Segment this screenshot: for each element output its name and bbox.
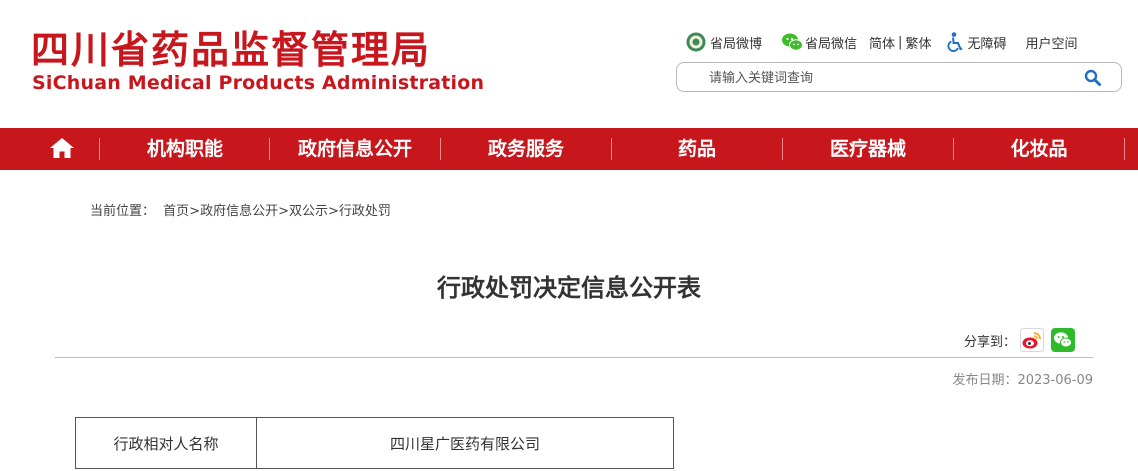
nav-item-zhengfu-xinxi[interactable]: 政府信息公开 — [270, 128, 440, 170]
wechat-link-label: 省局微信 — [805, 36, 858, 52]
breadcrumb-prefix: 当前位置： — [90, 204, 156, 219]
lang-divider: | — [898, 34, 903, 50]
nav-item-yiliao-qixie[interactable]: 医疗器械 — [783, 128, 953, 170]
weibo-link[interactable]: 省局微博 — [686, 32, 762, 52]
weibo-share-icon[interactable] — [1020, 328, 1045, 352]
user-space-link[interactable]: 用户空间 — [1025, 33, 1077, 52]
accessibility-link-label: 无障碍 — [967, 36, 1007, 52]
share-label: 分享到： — [964, 334, 1017, 350]
top-links: 省局微博 省局微信 简体 | 繁体 无障碍 用户空间 — [686, 32, 1108, 52]
search-box — [676, 62, 1122, 92]
breadcrumb-separator: > — [278, 204, 289, 219]
page-title: 行政处罚决定信息公开表 — [437, 274, 701, 302]
breadcrumb: 当前位置： 首页>政府信息公开>双公示>行政处罚 — [90, 200, 391, 219]
nav-item-zhengwu-fuwu[interactable]: 政务服务 — [441, 128, 611, 170]
breadcrumb-level1[interactable]: 政府信息公开 — [200, 204, 278, 219]
publish-date: 发布日期：2023-06-09 — [952, 373, 1093, 388]
breadcrumb-separator: > — [189, 204, 201, 219]
main-nav: 机构职能 政府信息公开 政务服务 药品 医疗器械 化妆品 — [0, 128, 1138, 170]
nav-separator — [1124, 138, 1125, 160]
site-logo-english[interactable]: SiChuan Medical Products Administration — [32, 72, 484, 94]
breadcrumb-separator: > — [328, 204, 339, 219]
share-bar: 分享到： — [964, 328, 1076, 352]
home-icon — [50, 138, 74, 158]
breadcrumb-level3[interactable]: 行政处罚 — [339, 204, 391, 219]
table-row: 行政相对人名称 四川星广医药有限公司 — [75, 417, 674, 469]
traditional-link[interactable]: 繁体 — [905, 33, 931, 52]
nav-home[interactable] — [40, 128, 84, 170]
nav-item-huazhuangpin[interactable]: 化妆品 — [954, 128, 1124, 170]
site-logo-chinese[interactable]: 四川省药品监督管理局 — [31, 30, 431, 70]
weibo-link-label: 省局微博 — [710, 36, 763, 52]
wechat-icon — [781, 32, 804, 52]
wechat-share-icon[interactable] — [1051, 328, 1076, 352]
nav-item-jigou[interactable]: 机构职能 — [100, 128, 270, 170]
accessibility-icon — [947, 32, 963, 52]
search-input[interactable] — [707, 68, 1071, 88]
accessibility-link[interactable]: 无障碍 — [947, 32, 1006, 52]
table-cell-label: 行政相对人名称 — [75, 417, 257, 469]
simplified-link[interactable]: 简体 — [869, 33, 895, 52]
breadcrumb-home[interactable]: 首页 — [163, 204, 189, 219]
penalty-info-table: 行政相对人名称 四川星广医药有限公司 — [75, 417, 674, 469]
divider-line — [55, 357, 1093, 358]
nav-item-yaopin[interactable]: 药品 — [612, 128, 782, 170]
table-cell-value: 四川星广医药有限公司 — [256, 417, 674, 469]
breadcrumb-level2[interactable]: 双公示 — [289, 204, 328, 219]
emblem-icon — [686, 32, 706, 52]
search-icon[interactable] — [1083, 68, 1103, 88]
wechat-link[interactable]: 省局微信 — [781, 32, 857, 52]
